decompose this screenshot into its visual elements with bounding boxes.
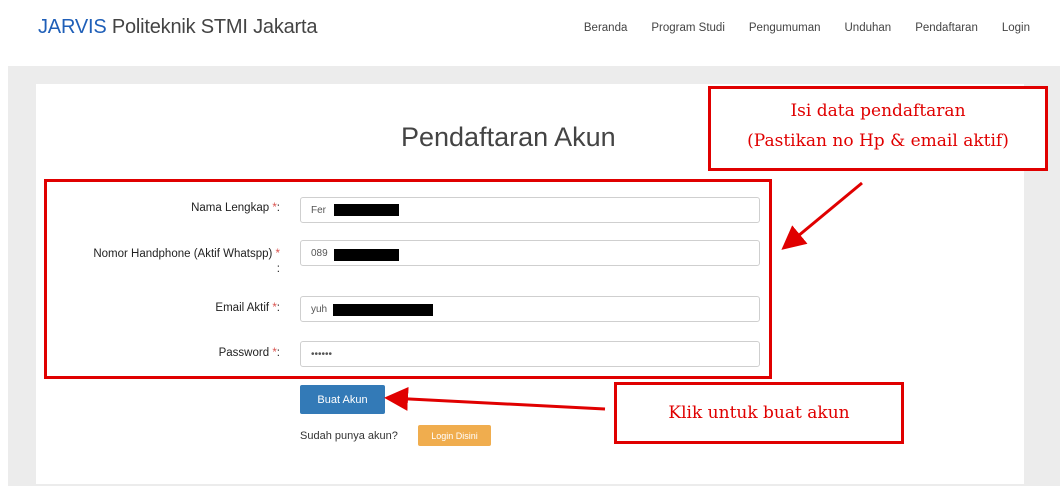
annotation-arrows <box>384 181 863 411</box>
arrow-to-button <box>384 386 606 411</box>
arrow-to-form <box>781 181 863 250</box>
